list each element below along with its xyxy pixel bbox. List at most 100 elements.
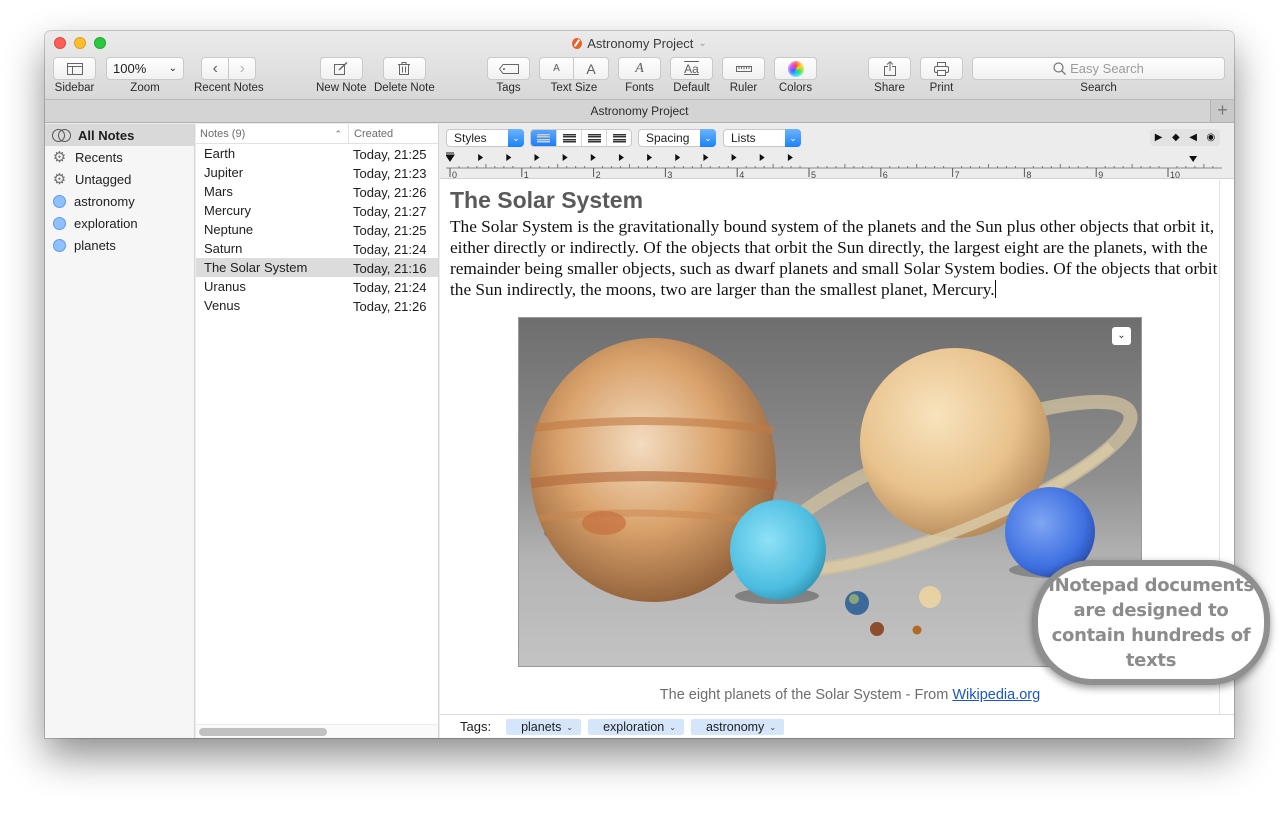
search-input[interactable]: Easy Search [972, 57, 1225, 80]
printer-icon [934, 61, 949, 76]
left-indent-marker [446, 152, 455, 162]
sidebar-item-exploration[interactable]: exploration [45, 212, 194, 234]
note-row[interactable]: Mars Today, 21:26 [196, 182, 438, 201]
align-center-button[interactable] [556, 130, 581, 146]
tags-button[interactable] [487, 57, 530, 80]
center-tab-stop-icon[interactable]: ◆ [1172, 132, 1180, 143]
fonts-button[interactable]: A [618, 57, 661, 80]
chevron-down-icon: ⌄ [698, 38, 707, 49]
align-justify-button[interactable] [581, 130, 606, 146]
note-row[interactable]: Saturn Today, 21:24 [196, 239, 438, 258]
colors-button[interactable] [774, 57, 817, 80]
tab-stop-marker [731, 154, 737, 161]
tags-tool: Tags [487, 57, 530, 94]
align-left-button[interactable] [531, 130, 556, 146]
new-note-button[interactable] [319, 57, 363, 80]
column-header-notes[interactable]: Notes (9) ⌃ [196, 124, 349, 143]
horizontal-scrollbar[interactable] [196, 724, 438, 738]
ruler-number: 6 [883, 170, 888, 178]
sidebar: All Notes ⚙ Recents ⚙ Untagged astronomy… [45, 124, 195, 738]
note-name: Uranus [204, 279, 246, 294]
align-right-button[interactable] [606, 130, 631, 146]
tag-chip-exploration[interactable]: exploration ⌄ [588, 718, 684, 735]
share-button[interactable] [868, 57, 911, 80]
trash-icon [398, 62, 411, 75]
left-tab-stop-icon[interactable]: ▶ [1155, 132, 1163, 143]
default-label: Default [673, 82, 710, 94]
alignment-control [530, 129, 632, 147]
tag-chip-label: planets [521, 719, 562, 734]
tab-astronomy-project[interactable]: Astronomy Project [590, 104, 688, 118]
print-button[interactable] [920, 57, 963, 80]
image-menu-button[interactable]: ⌄ [1112, 327, 1131, 345]
document-title: The Solar System [450, 187, 644, 213]
back-button[interactable]: ‹ [201, 57, 230, 80]
toggle-circles-icon [52, 129, 71, 142]
add-tab-button[interactable]: + [1210, 100, 1234, 122]
ruler-number: 10 [1170, 170, 1180, 178]
chevron-down-icon: ⌄ [566, 722, 574, 732]
right-tab-stop-icon[interactable]: ◀ [1189, 132, 1197, 143]
chevron-right-icon: › [239, 59, 245, 77]
note-row[interactable]: The Solar System Today, 21:16 [196, 258, 438, 277]
align-center-icon [562, 133, 576, 143]
tags-bar: Tags: planets ⌄ exploration ⌄ astronomy ⌄ [440, 714, 1234, 738]
tag-chip-astronomy[interactable]: astronomy ⌄ [690, 718, 785, 735]
decimal-tab-stop-icon[interactable]: ◉ [1206, 132, 1215, 143]
sidebar-item-all-notes[interactable]: All Notes [45, 124, 194, 146]
zoom-select[interactable]: 100% ⌄ [106, 57, 184, 80]
chevron-down-icon: ⌄ [700, 129, 716, 147]
column-header-created[interactable]: Created [349, 124, 393, 143]
default-tool: Aa Default [670, 57, 713, 94]
lists-popup[interactable]: Lists ⌄ [723, 129, 801, 147]
note-row[interactable]: Earth Today, 21:25 [196, 144, 438, 163]
text-caret [994, 280, 996, 298]
callout-text: INotepad documents are designed to conta… [1048, 574, 1254, 671]
text-smaller-button[interactable]: A [539, 57, 574, 80]
tag-icon [498, 63, 519, 74]
promo-callout: INotepad documents are designed to conta… [1032, 560, 1270, 685]
tags-label: Tags [496, 82, 521, 94]
sidebar-item-label: Recents [75, 149, 123, 165]
mercury [912, 625, 922, 635]
sidebar-item-untagged[interactable]: ⚙ Untagged [45, 168, 194, 190]
spacing-popup[interactable]: Spacing ⌄ [638, 129, 716, 147]
sidebar-toggle-button[interactable] [53, 57, 96, 80]
note-row[interactable]: Jupiter Today, 21:23 [196, 163, 438, 182]
sidebar-item-recents[interactable]: ⚙ Recents [45, 146, 194, 168]
styles-popup[interactable]: Styles ⌄ [446, 129, 524, 147]
tag-chip-planets[interactable]: planets ⌄ [506, 718, 582, 735]
text-bigger-button[interactable]: A [574, 57, 609, 80]
align-left-icon [537, 133, 550, 143]
spacing-label: Spacing [646, 131, 690, 145]
text-size-tool: A A Text Size [539, 57, 609, 94]
ruler[interactable]: 0 1 2 3 4 5 6 7 8 9 10 [446, 152, 1222, 178]
sidebar-item-planets[interactable]: planets [45, 234, 194, 256]
chevron-left-icon: ‹ [212, 59, 218, 77]
mars [870, 622, 884, 636]
default-style-button[interactable]: Aa [670, 57, 713, 80]
ruler-number: 2 [596, 170, 601, 178]
note-row[interactable]: Venus Today, 21:26 [196, 296, 438, 315]
tags-bar-label: Tags: [460, 719, 492, 734]
search-label: Search [1080, 82, 1117, 94]
document-body[interactable]: The Solar System is the gravitationally … [450, 216, 1220, 300]
note-row[interactable]: Mercury Today, 21:27 [196, 201, 438, 220]
note-row[interactable]: Uranus Today, 21:24 [196, 277, 438, 296]
search-placeholder: Easy Search [1070, 61, 1144, 76]
gear-icon: ⚙ [52, 171, 67, 188]
sidebar-item-astronomy[interactable]: astronomy [45, 190, 194, 212]
delete-note-button[interactable] [382, 57, 426, 80]
align-right-icon [612, 133, 626, 143]
wikipedia-link[interactable]: Wikipedia.org [952, 687, 1040, 703]
ruler-label: Ruler [729, 82, 758, 94]
window-title[interactable]: Astronomy Project ⌄ [45, 36, 1234, 51]
recent-notes-tool: ‹ › Recent Notes [194, 57, 264, 94]
tab-stop-marker [703, 154, 709, 161]
scrollbar-thumb[interactable] [199, 728, 327, 736]
chevron-down-icon: ⌄ [669, 722, 676, 732]
ruler-button[interactable] [722, 57, 765, 80]
venus [919, 586, 941, 608]
note-row[interactable]: Neptune Today, 21:25 [196, 220, 438, 239]
forward-button[interactable]: › [229, 57, 257, 80]
